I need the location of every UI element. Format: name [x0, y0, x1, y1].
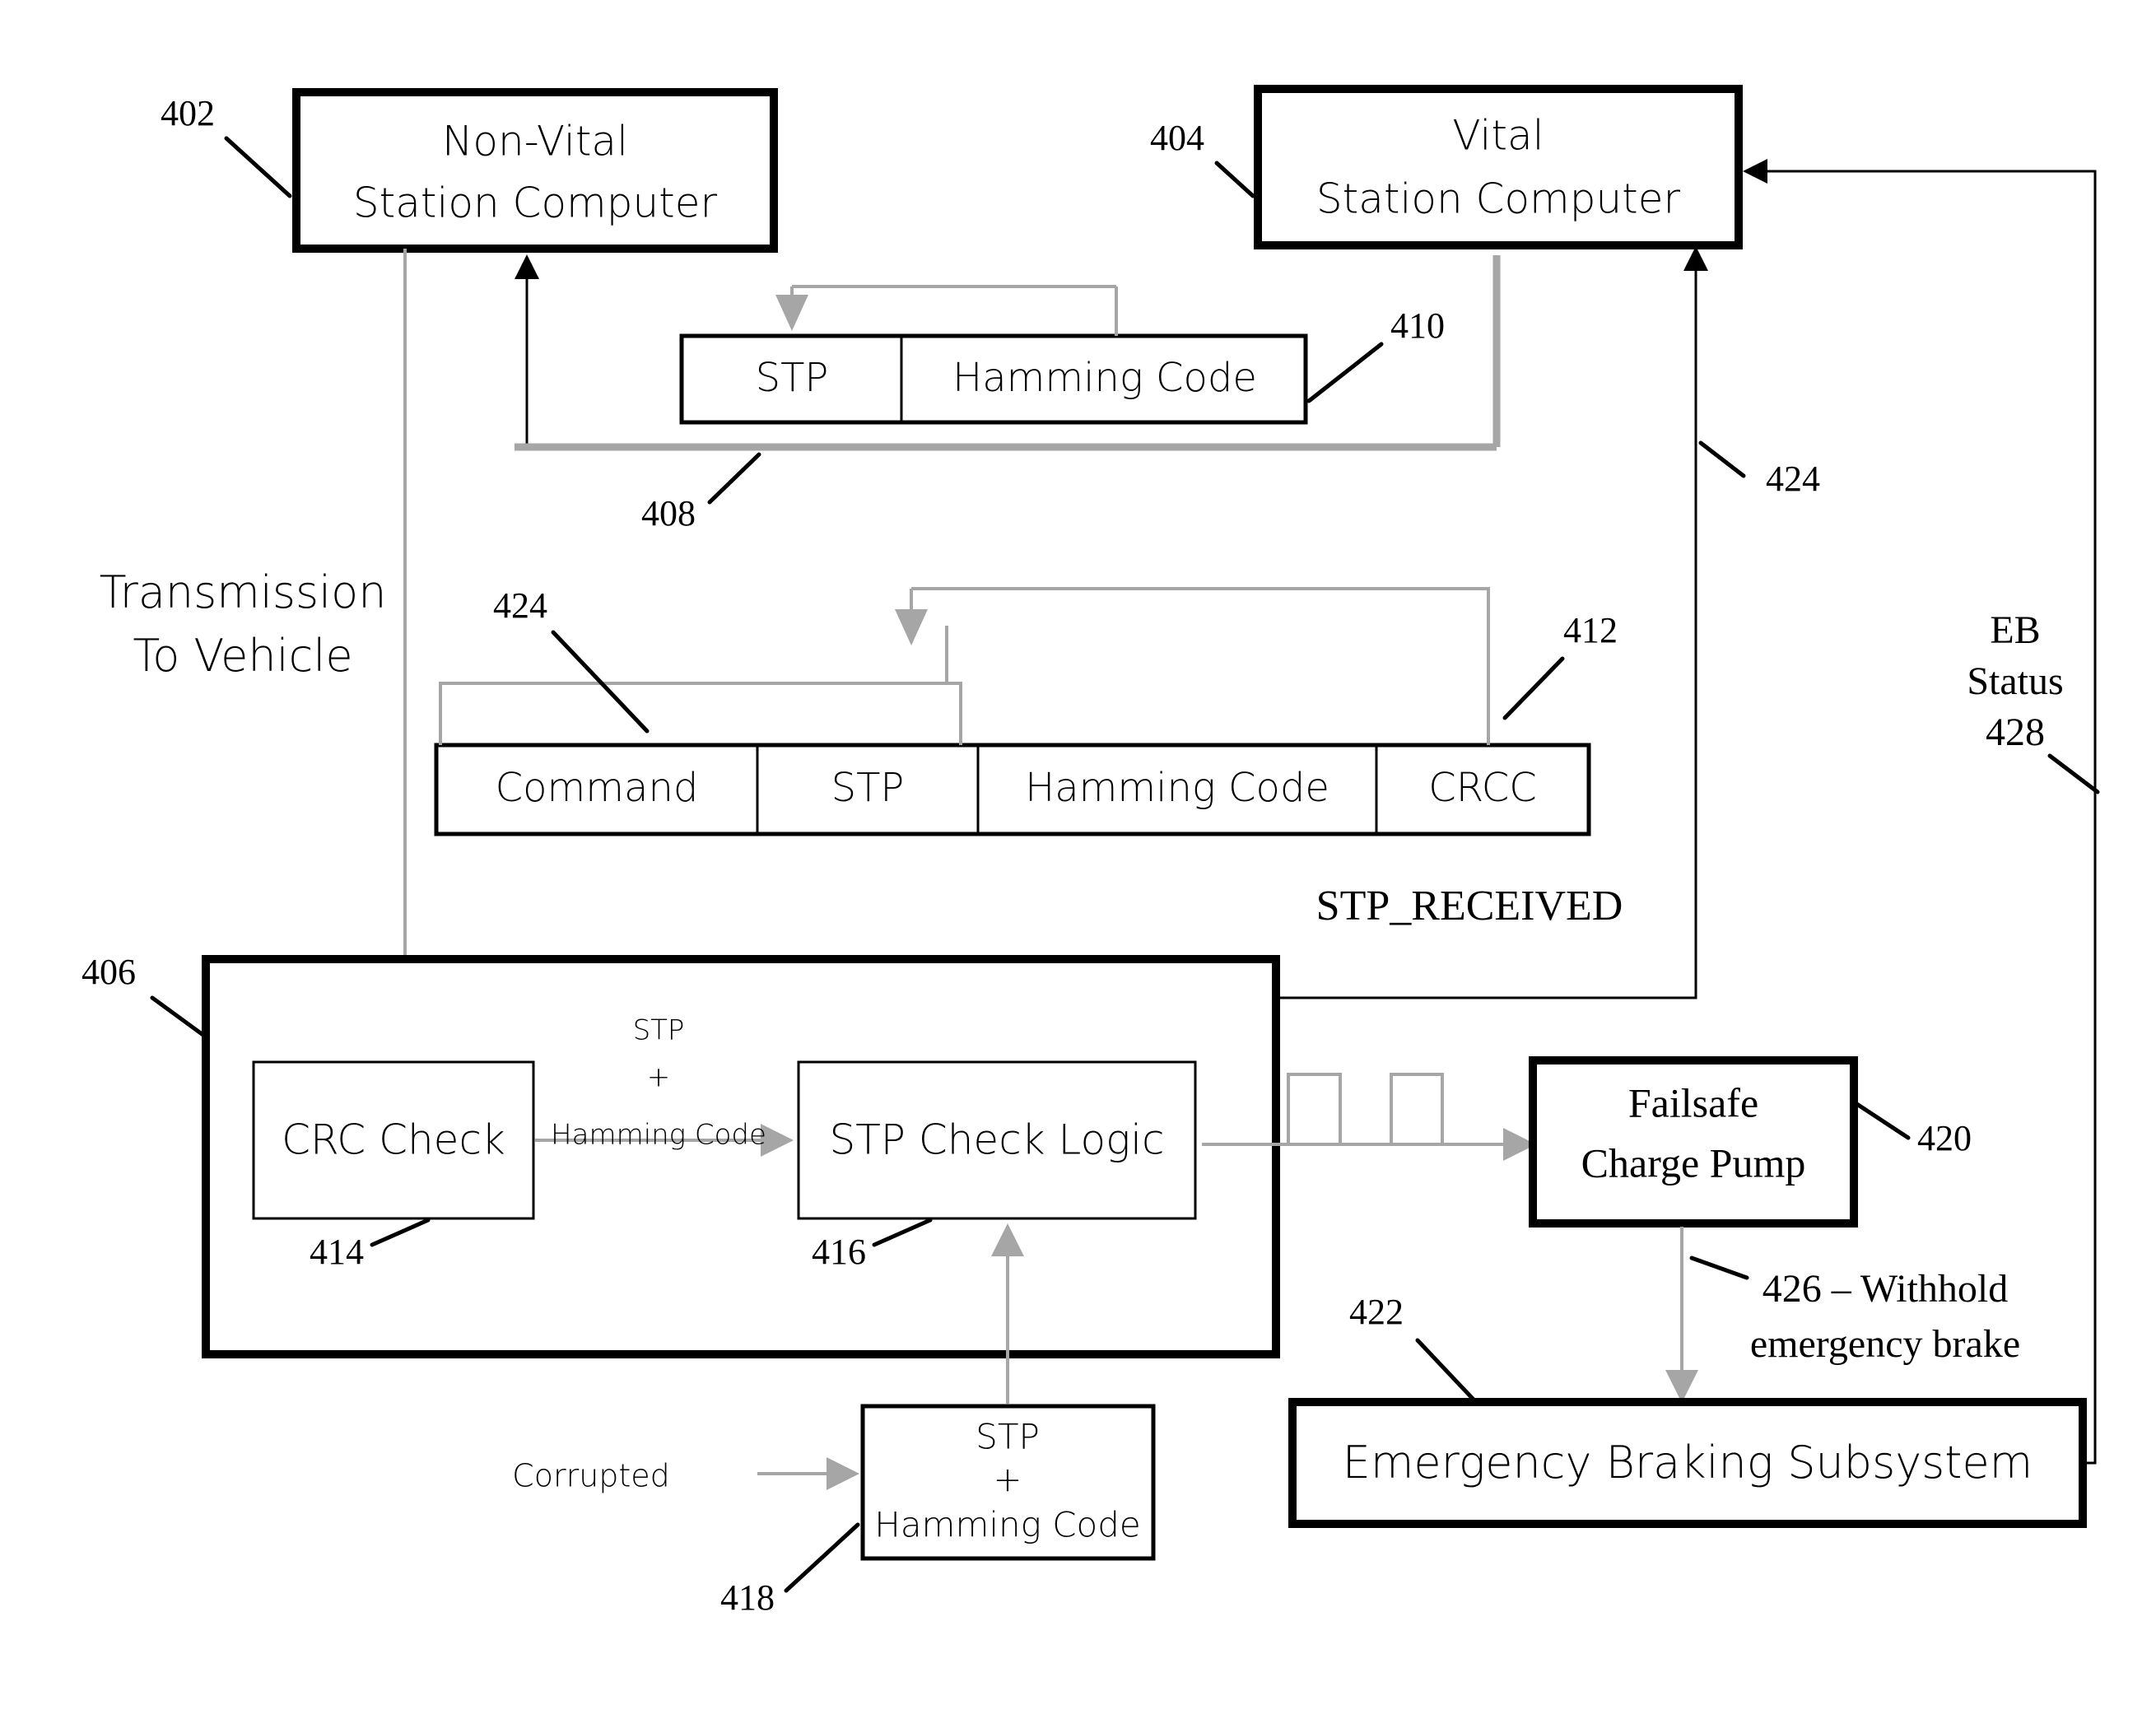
- command-packet-lower-bracket: [439, 626, 962, 745]
- stp-plus-hamming-line1: STP: [633, 1014, 685, 1047]
- stp-to-non-vital-return-line: [515, 254, 682, 446]
- stp-check-logic-label: STP Check Logic: [830, 1116, 1165, 1164]
- corrupted-packet-block[interactable]: STP + Hamming Code: [860, 1404, 1156, 1561]
- square-wave-icon: [1287, 1073, 1444, 1146]
- vital-station-computer-line1: Vital: [1452, 112, 1544, 160]
- eb-status-line1: EB: [1990, 608, 2040, 652]
- stp-hamming-feedback-bracket: [775, 285, 1118, 336]
- withhold-emergency-brake-line1: 426 – Withhold: [1763, 1267, 2009, 1311]
- ref-418-leader-line: [784, 1522, 860, 1593]
- command-packet-field-command: Command: [496, 765, 699, 811]
- command-packet-field-crcc: CRCC: [1428, 765, 1537, 811]
- ref-412-leader-line: [1502, 656, 1565, 720]
- withhold-emergency-brake-leader-line: [1689, 1255, 1749, 1280]
- ref-404-label: 404: [1150, 118, 1204, 158]
- ref-408-label: 408: [641, 493, 696, 533]
- withhold-emergency-brake-line2: emergency brake: [1750, 1322, 2020, 1366]
- ref-406-callout: 406: [81, 952, 207, 1038]
- ref-410-callout: 410: [1306, 305, 1445, 403]
- ref-422-callout: 422: [1349, 1292, 1476, 1402]
- ref-402-callout: 402: [161, 93, 292, 198]
- stp-hamming-packet-field-stp: STP: [756, 355, 829, 401]
- ref-408-leader-line: [707, 452, 761, 505]
- patent-block-diagram: Non-Vital Station Computer 402 Vital Sta…: [81, 85, 2100, 1618]
- vital-station-computer-block[interactable]: Vital Station Computer: [1254, 85, 1743, 249]
- ref-402-label: 402: [161, 93, 215, 133]
- stp-to-non-vital-return-path: [515, 254, 682, 446]
- ref-422-label: 422: [1349, 1292, 1404, 1332]
- ref-424-upper-leader-line: [1698, 440, 1746, 478]
- eb-status-leader-line: [2047, 753, 2100, 794]
- eb-status-label: EB Status 428: [1967, 608, 2100, 794]
- transmission-to-vehicle-label: Transmission To Vehicle: [100, 566, 387, 682]
- stp-hamming-packet-field-hamming-code: Hamming Code: [952, 355, 1257, 401]
- failsafe-charge-pump-line2: Charge Pump: [1581, 1139, 1806, 1186]
- ref-402-leader-line: [224, 136, 292, 198]
- ref-410-leader-line: [1306, 342, 1384, 403]
- transmission-to-vehicle-line1: Transmission: [100, 566, 387, 618]
- command-packet[interactable]: Command STP Hamming Code CRCC: [434, 743, 1591, 836]
- stp-plus-hamming-line2: +: [647, 1061, 671, 1094]
- ref-420-label: 420: [1917, 1118, 1972, 1158]
- ref-418-callout: 418: [720, 1522, 860, 1618]
- crc-check-label: CRC Check: [282, 1116, 505, 1164]
- ref-414-label: 414: [310, 1232, 364, 1272]
- command-packet-field-hamming-code: Hamming Code: [1025, 765, 1329, 811]
- corrupted-packet-line3: Hamming Code: [874, 1505, 1141, 1545]
- vital-station-computer-line2: Station Computer: [1316, 175, 1681, 223]
- corrupted-input-label: Corrupted: [512, 1458, 670, 1494]
- failsafe-charge-pump-line1: Failsafe: [1628, 1079, 1758, 1125]
- ref-424-upper-label: 424: [1766, 459, 1820, 499]
- transmission-to-vehicle-line2: To Vehicle: [133, 630, 352, 682]
- corrupted-packet-line1: STP: [976, 1417, 1040, 1457]
- ref-420-leader-line: [1851, 1099, 1911, 1140]
- command-packet-upper-bracket: [895, 587, 1490, 745]
- ref-420-callout: 420: [1851, 1099, 1972, 1158]
- ref-404-leader-line: [1214, 161, 1255, 198]
- stp-check-logic-block[interactable]: STP Check Logic: [797, 1060, 1197, 1220]
- command-packet-field-stp: STP: [831, 765, 905, 811]
- non-vital-station-computer-line1: Non-Vital: [442, 118, 628, 165]
- corrupted-packet-line2: +: [993, 1460, 1022, 1500]
- ref-418-label: 418: [720, 1577, 775, 1618]
- eb-status-line2: Status: [1967, 659, 2063, 703]
- stp-received-caption: STP_RECEIVED: [1316, 883, 1623, 929]
- command-packet-lower-bracket-path: [439, 682, 962, 745]
- ref-424-lower-callout: 424: [493, 585, 650, 734]
- ref-406-leader-line: [150, 995, 207, 1038]
- stp-plus-hamming-line3: Hamming Code: [551, 1119, 766, 1152]
- ref-424-lower-label: 424: [493, 585, 547, 626]
- ref-410-label: 410: [1390, 305, 1445, 346]
- ref-412-callout: 412: [1502, 610, 1618, 720]
- emergency-braking-subsystem-block[interactable]: Emergency Braking Subsystem: [1288, 1398, 2087, 1528]
- ref-422-leader-line: [1415, 1338, 1476, 1402]
- ref-412-label: 412: [1563, 610, 1618, 650]
- non-vital-station-computer-block[interactable]: Non-Vital Station Computer: [292, 88, 778, 253]
- eb-status-line3: 428: [1986, 710, 2045, 754]
- ref-406-label: 406: [81, 952, 136, 992]
- withhold-emergency-brake-callout: 426 – Withhold emergency brake: [1689, 1255, 2020, 1366]
- figure-sheet: Non-Vital Station Computer 402 Vital Sta…: [0, 0, 2156, 1719]
- non-vital-station-computer-line2: Station Computer: [353, 179, 718, 227]
- command-packet-upper-bracket-path: [911, 587, 1490, 745]
- ref-416-label: 416: [812, 1232, 866, 1272]
- stp-hamming-packet[interactable]: STP Hamming Code: [679, 333, 1308, 425]
- emergency-braking-subsystem-label: Emergency Braking Subsystem: [1343, 1437, 2033, 1488]
- failsafe-charge-pump-block[interactable]: Failsafe Charge Pump: [1529, 1056, 1858, 1228]
- ref-408-callout: 408: [641, 452, 761, 533]
- ref-424-upper-callout: 424: [1698, 440, 1820, 499]
- crc-check-block[interactable]: CRC Check: [252, 1060, 535, 1220]
- ref-404-callout: 404: [1150, 118, 1255, 198]
